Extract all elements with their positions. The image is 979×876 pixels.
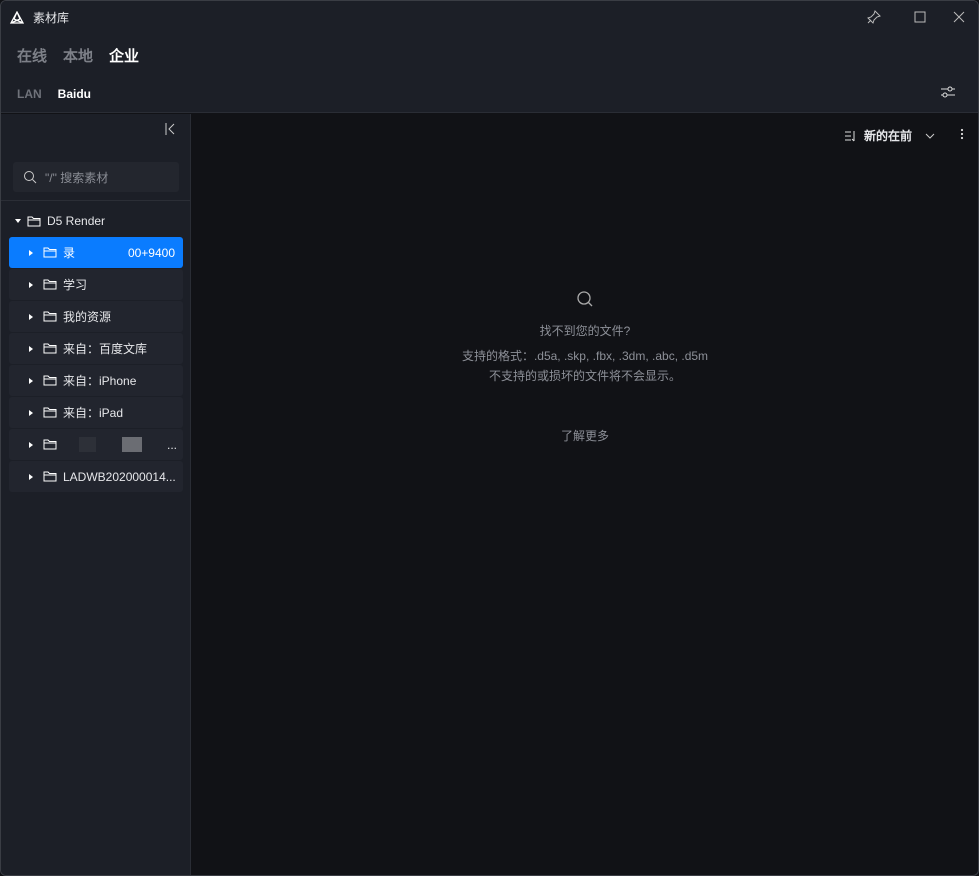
close-button[interactable] bbox=[948, 7, 970, 27]
empty-title: 找不到您的文件? bbox=[539, 324, 631, 338]
tree-item[interactable]: 我的资源 bbox=[9, 301, 183, 332]
more-vertical-icon bbox=[960, 128, 964, 140]
caret-right-icon bbox=[29, 281, 33, 288]
folder-icon bbox=[43, 375, 57, 386]
caret-right-icon bbox=[29, 345, 33, 352]
learn-more-link[interactable]: 了解更多 bbox=[192, 430, 978, 442]
folder-icon bbox=[43, 471, 57, 482]
folder-icon bbox=[27, 216, 41, 226]
tree-item[interactable]: 来自：iPhone bbox=[9, 365, 183, 396]
redacted-block bbox=[122, 437, 142, 452]
collapse-left-icon bbox=[165, 123, 175, 135]
subtab-baidu[interactable]: Baidu bbox=[58, 87, 91, 101]
sort-icon bbox=[844, 130, 855, 141]
caret-right-icon bbox=[29, 441, 33, 448]
caret-right-icon bbox=[29, 249, 33, 256]
folder-icon bbox=[43, 247, 57, 258]
caret-right-icon bbox=[29, 313, 33, 320]
folder-icon bbox=[43, 311, 57, 322]
search-placeholder: "/" 搜索素材 bbox=[45, 170, 109, 185]
supported-formats: 支持的格式：.d5a, .skp, .fbx, .3dm, .abc, .d5m bbox=[461, 349, 709, 363]
caret-right-icon bbox=[29, 377, 33, 384]
search-icon bbox=[24, 171, 37, 184]
tree-item-label: 我的资源 bbox=[63, 310, 112, 324]
folder-icon bbox=[43, 439, 57, 450]
redacted-block bbox=[79, 437, 96, 452]
maximize-button[interactable] bbox=[909, 7, 931, 27]
caret-right-icon bbox=[29, 473, 33, 480]
tree-item-suffix: ... bbox=[166, 437, 177, 452]
pin-icon bbox=[867, 10, 881, 24]
sort-dropdown[interactable]: 新的在前 bbox=[844, 127, 936, 144]
sliders-icon bbox=[941, 86, 955, 98]
caret-right-icon bbox=[29, 409, 33, 416]
folder-icon bbox=[43, 407, 57, 418]
window-title: 素材库 bbox=[33, 11, 70, 25]
tree-item-label: 来自：百度文库 bbox=[63, 342, 148, 356]
tree-item[interactable]: ... bbox=[9, 429, 183, 460]
tree-item[interactable]: 来自：百度文库 bbox=[9, 333, 183, 364]
tree-item[interactable]: 来自：iPad bbox=[9, 397, 183, 428]
collapse-sidebar-button[interactable] bbox=[164, 122, 176, 141]
header: 素材库 在线 本地 企业 LAN Baidu bbox=[1, 1, 978, 113]
d5-logo-icon bbox=[9, 10, 25, 24]
caret-down-icon bbox=[15, 219, 21, 223]
folder-icon bbox=[43, 343, 57, 354]
tree-item-label: 来自：iPad bbox=[63, 406, 124, 420]
search-input[interactable]: "/" 搜索素材 bbox=[13, 162, 179, 192]
filter-button[interactable] bbox=[940, 85, 956, 104]
maximize-icon bbox=[914, 11, 926, 23]
tree-item[interactable]: LADWB202000014... bbox=[9, 461, 183, 492]
tab-local[interactable]: 本地 bbox=[63, 45, 93, 66]
sort-label: 新的在前 bbox=[863, 129, 912, 143]
pin-button[interactable] bbox=[863, 7, 885, 27]
main-panel: 新的在前 找不到您的文件? 支持的格式：.d5a, .skp, .fbx, .3… bbox=[192, 114, 978, 875]
subtab-lan[interactable]: LAN bbox=[17, 87, 42, 101]
tree-root-label: D5 Render bbox=[47, 214, 106, 228]
search-icon bbox=[577, 291, 593, 307]
tree-item-suffix: 00+9400 bbox=[127, 245, 175, 260]
more-options-button[interactable] bbox=[960, 127, 964, 145]
tree-item-label: 录 bbox=[63, 246, 76, 260]
divider bbox=[1, 200, 190, 201]
tab-enterprise[interactable]: 企业 bbox=[109, 45, 139, 66]
window: 素材库 在线 本地 企业 LAN Baidu "/" 搜索素材 D5 Rende… bbox=[0, 0, 979, 876]
empty-state: 找不到您的文件? 支持的格式：.d5a, .skp, .fbx, .3dm, .… bbox=[192, 290, 978, 450]
tree-item-label: 来自：iPhone bbox=[63, 374, 137, 388]
close-icon bbox=[953, 11, 965, 23]
tree-item[interactable]: 学习 bbox=[9, 269, 183, 300]
tree-item-label: 学习 bbox=[63, 278, 88, 292]
tree-item[interactable]: 录 00+9400 bbox=[9, 237, 183, 268]
tab-online[interactable]: 在线 bbox=[17, 45, 47, 66]
sidebar: "/" 搜索素材 D5 Render 录 00+9400 学习我的资源来自：百度文库… bbox=[1, 114, 191, 875]
tree-root[interactable]: D5 Render bbox=[15, 214, 105, 228]
chevron-down-icon bbox=[925, 133, 935, 139]
folder-icon bbox=[43, 279, 57, 290]
unsupported-note: 不支持的或损坏的文件将不会显示。 bbox=[488, 369, 681, 383]
title-bar: 素材库 bbox=[9, 9, 69, 26]
tree-item-label: LADWB202000014... bbox=[63, 469, 176, 484]
